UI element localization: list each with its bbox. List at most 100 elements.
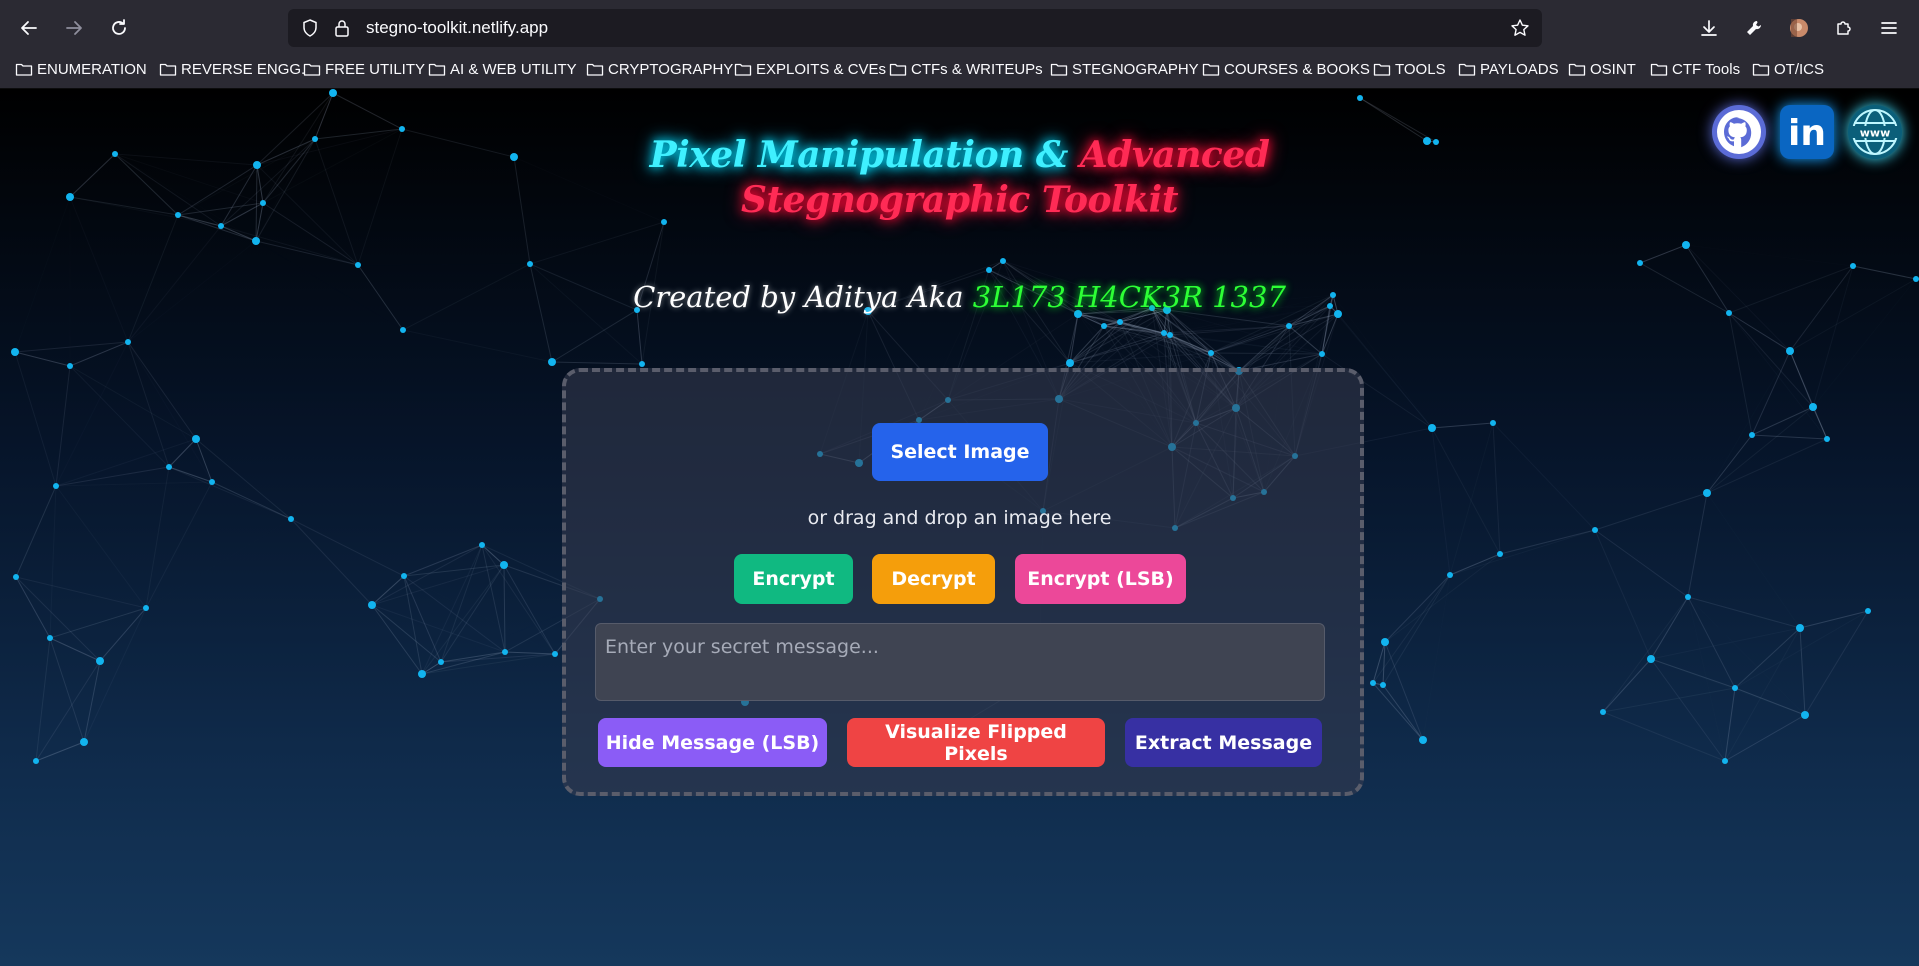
- network-link: [1382, 574, 1451, 686]
- bookmarks-toolbar: ENUMERATION REVERSE ENGG. FREE UTILITY A…: [0, 50, 1919, 89]
- lock-icon[interactable]: [332, 18, 352, 38]
- shield-icon[interactable]: [300, 18, 320, 38]
- back-button[interactable]: [12, 11, 46, 45]
- network-node: [96, 657, 104, 665]
- title-part-cyan: Pixel Manipulation &: [649, 134, 1069, 176]
- bookmark-star-icon[interactable]: [1510, 18, 1530, 38]
- menu-button[interactable]: [1872, 11, 1906, 45]
- network-link: [14, 351, 57, 487]
- network-node: [418, 670, 426, 678]
- network-node: [209, 479, 215, 485]
- account-button[interactable]: [1782, 11, 1816, 45]
- url-text[interactable]: stegno-toolkit.netlify.app: [366, 9, 548, 47]
- bookmark-folder[interactable]: ENUMERATION: [15, 58, 147, 80]
- bookmark-folder[interactable]: OT/ICS: [1752, 58, 1824, 80]
- network-link: [1799, 627, 1806, 716]
- network-link: [146, 519, 291, 608]
- reload-button[interactable]: [102, 11, 136, 45]
- network-link: [35, 741, 85, 762]
- network-link: [440, 544, 483, 663]
- network-node: [502, 649, 508, 655]
- hide-message-button[interactable]: Hide Message (LSB): [598, 718, 827, 767]
- network-link: [421, 564, 505, 675]
- network-node: [1637, 260, 1643, 266]
- decrypt-button[interactable]: Decrypt: [872, 554, 995, 604]
- secret-message-input[interactable]: [595, 623, 1325, 701]
- network-node: [1801, 711, 1809, 719]
- network-node: [1722, 758, 1728, 764]
- network-link: [1650, 596, 1689, 660]
- network-link: [314, 92, 334, 140]
- tools-button[interactable]: [1737, 11, 1771, 45]
- network-node: [1286, 323, 1292, 329]
- network-link: [49, 607, 147, 639]
- extensions-button[interactable]: [1827, 11, 1861, 45]
- bookmark-folder[interactable]: CTF Tools: [1650, 58, 1740, 80]
- network-link: [1728, 312, 1791, 352]
- bookmark-folder[interactable]: EXPLOITS & CVEs: [734, 58, 886, 80]
- network-node: [401, 573, 407, 579]
- bookmark-folder[interactable]: CRYPTOGRAPHY: [586, 58, 733, 80]
- network-link: [1706, 438, 1828, 494]
- bookmark-folder[interactable]: COURSES & BOOKS: [1202, 58, 1370, 80]
- network-link: [371, 604, 506, 653]
- network-link: [1321, 313, 1339, 355]
- network-link: [421, 544, 483, 675]
- network-link: [403, 575, 442, 663]
- network-link: [503, 564, 506, 653]
- network-link: [127, 214, 179, 343]
- bookmark-folder[interactable]: OSINT: [1568, 58, 1636, 80]
- reload-icon: [112, 19, 126, 35]
- network-link: [15, 576, 101, 662]
- network-link: [1751, 434, 1828, 440]
- extract-message-button[interactable]: Extract Message: [1125, 718, 1322, 767]
- network-node: [1380, 682, 1386, 688]
- network-link: [1210, 352, 1323, 355]
- network-node: [438, 659, 444, 665]
- network-node: [13, 574, 19, 580]
- select-image-button[interactable]: Select Image: [872, 423, 1048, 481]
- bookmark-folder[interactable]: PAYLOADS: [1458, 58, 1559, 80]
- network-link: [1423, 575, 1450, 740]
- network-link: [1602, 596, 1689, 713]
- network-link: [15, 576, 51, 639]
- bookmark-folder[interactable]: STEGNOGRAPHY: [1050, 58, 1199, 80]
- network-link: [168, 466, 213, 483]
- network-link: [1384, 553, 1501, 643]
- bookmark-folder[interactable]: CTFs & WRITEUPs: [889, 58, 1043, 80]
- arrow-right-icon: [66, 21, 82, 35]
- network-node: [125, 339, 131, 345]
- network-link: [1724, 687, 1736, 762]
- network-node: [1167, 332, 1173, 338]
- network-link: [1602, 658, 1652, 713]
- network-link: [127, 341, 197, 440]
- avatar-icon: [1790, 19, 1808, 37]
- visualize-pixels-button[interactable]: Visualize Flipped Pixels: [847, 718, 1105, 767]
- network-node: [1749, 432, 1755, 438]
- bookmark-folder[interactable]: AI & WEB UTILITY: [428, 58, 577, 80]
- network-node: [1682, 241, 1690, 249]
- network-link: [1594, 529, 1652, 660]
- bookmark-folder[interactable]: FREE UTILITY: [303, 58, 425, 80]
- address-bar[interactable]: stegno-toolkit.netlify.app: [288, 9, 1542, 47]
- network-link: [1751, 350, 1791, 436]
- network-node: [639, 361, 645, 367]
- bookmark-folder[interactable]: TOOLS: [1373, 58, 1446, 80]
- network-link: [358, 264, 530, 265]
- folder-icon: [1050, 63, 1068, 76]
- encrypt-lsb-button[interactable]: Encrypt (LSB): [1015, 554, 1186, 604]
- network-node: [33, 758, 39, 764]
- network-node: [1647, 655, 1655, 663]
- network-node: [53, 483, 59, 489]
- network-link: [1686, 245, 1853, 266]
- encrypt-button[interactable]: Encrypt: [734, 554, 853, 604]
- bookmark-folder[interactable]: REVERSE ENGG.: [159, 58, 305, 80]
- network-node: [143, 605, 149, 611]
- network-node: [252, 237, 260, 245]
- network-link: [1734, 627, 1801, 689]
- network-link: [332, 92, 403, 130]
- folder-icon: [159, 63, 177, 76]
- network-node: [1786, 347, 1794, 355]
- downloads-button[interactable]: [1692, 11, 1726, 45]
- forward-button[interactable]: [57, 11, 91, 45]
